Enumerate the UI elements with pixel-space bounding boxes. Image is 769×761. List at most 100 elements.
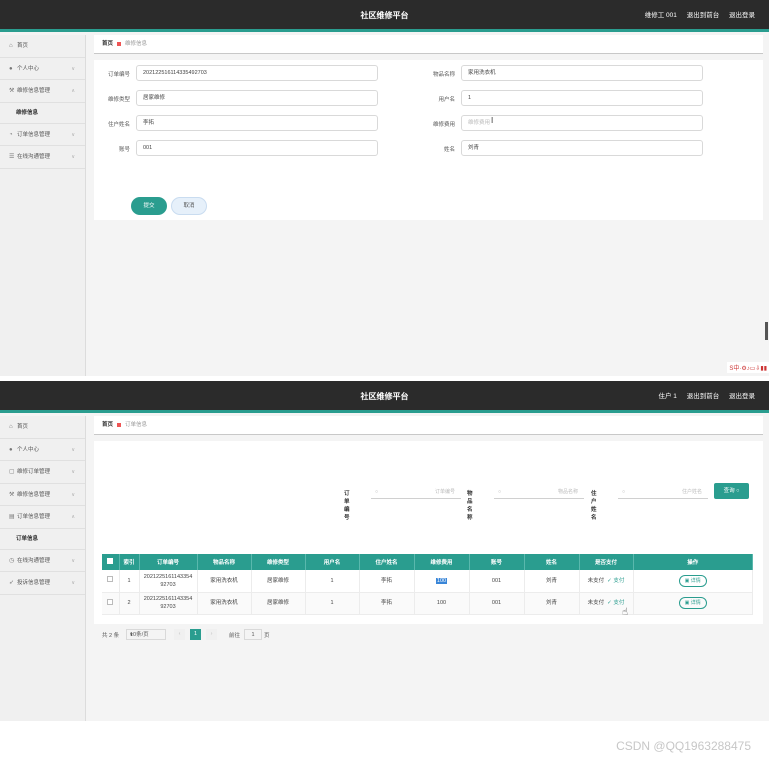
sidebar-item-home[interactable]: ⌂ 首页 — [0, 35, 85, 58]
sidebar-item-chat[interactable]: ☰ 在线沟通管理 ∨ — [0, 146, 85, 169]
breadcrumb-current: 维修信息 — [125, 41, 148, 47]
name-field[interactable]: 刘青 — [461, 140, 703, 156]
chevron-down-icon: ∨ — [71, 65, 75, 72]
chevron-down-icon: ∨ — [71, 446, 75, 453]
pay-link[interactable]: ✓ 支付 — [607, 578, 624, 584]
col-account: 账号 — [469, 554, 525, 570]
home-icon: ⌂ — [9, 424, 13, 430]
order-list-panel: 订单编号 ○ 订单编号 物品名称 ○ 物品名称 住户姓名 ○ 住户姓名 查询 ○ 索引… — [94, 441, 763, 640]
back-to-frontend-link[interactable]: 退出到前台 — [687, 393, 720, 400]
cancel-button[interactable]: 取消 — [171, 197, 207, 215]
chevron-down-icon: ∨ — [71, 154, 75, 160]
user-icon: ● — [9, 446, 13, 453]
resident-name-field[interactable]: 李拓 — [136, 115, 378, 131]
logout-link[interactable]: 退出登录 — [729, 12, 755, 19]
order-icon: ▤ — [9, 514, 15, 520]
repair-fee-field[interactable]: 维修费用 — [461, 115, 703, 131]
select-all-checkbox[interactable] — [102, 554, 120, 570]
sidebar-item-chat[interactable]: ◷ 在线沟通管理 ∨ — [0, 550, 85, 572]
selected-fee-text: 100 — [435, 577, 448, 584]
detail-button[interactable]: ▣ 详情 — [678, 574, 707, 587]
order-no-field[interactable]: 202122516114335492703 — [136, 65, 378, 81]
text-cursor-icon: I — [491, 116, 494, 125]
page-unit-label: 页 — [264, 633, 270, 639]
table-row: 1 202122516114335492703 家用洗衣机 居家维修 1 李拓 … — [102, 570, 753, 593]
chevron-down-icon: ∨ — [71, 557, 75, 564]
current-user: 住户 1 — [658, 393, 677, 400]
table-header-row: 索引 订单编号 物品名称 维修类型 用户名 住户姓名 维修费用 账号 姓名 是否… — [102, 554, 753, 570]
screenshot-panel-resident: 社区维修平台 住户 1 退出到前台 退出登录 ⌂ 首页 ● 个人中心 ∨ ▢ 维修订单管… — [0, 381, 769, 721]
username-field[interactable]: 1 — [461, 90, 703, 106]
col-index: 索引 — [119, 554, 140, 570]
col-type: 维修类型 — [251, 554, 306, 570]
sidebar-item-profile[interactable]: ● 个人中心 ∨ — [0, 439, 85, 461]
detail-button[interactable]: ▣ 详情 — [678, 597, 707, 609]
search-icon: ○ — [498, 489, 502, 495]
search-icon: ○ — [375, 489, 379, 495]
sidebar-item-orders[interactable]: ◔ 订单信息管理 ∨ — [0, 124, 85, 146]
item-name-search-input[interactable]: ○ 物品名称 — [494, 485, 584, 499]
resident-name-search-input[interactable]: ○ 住户姓名 — [618, 485, 708, 499]
scrollbar[interactable] — [765, 322, 768, 340]
header-actions: 住户 1 退出到前台 退出登录 — [650, 381, 755, 413]
repair-type-field[interactable]: 居家维修 — [136, 90, 378, 106]
submit-button[interactable]: 提交 — [131, 197, 167, 215]
csdn-watermark: CSDN @QQ1963288475 — [616, 739, 751, 753]
next-page-button[interactable]: › — [206, 629, 217, 640]
main-content: 首页 维修信息 订单编号 202122516114335492703 物品名称 家… — [94, 35, 763, 376]
breadcrumb-home[interactable]: 首页 — [102, 41, 113, 47]
row-checkbox[interactable] — [102, 570, 120, 593]
prev-page-button[interactable]: ‹ — [174, 629, 185, 640]
table-row: 2 202122516114335492703 家用洗衣机 居家维修 1 李拓 … — [102, 592, 753, 615]
ime-toolbar[interactable]: S中·⚙♪▭⇩▮▮ — [727, 362, 769, 373]
sidebar: ⌂ 首页 ● 个人中心 ∨ ⚒ 维修信息管理 ∧ 维修信息 ◔ 订单信息管理 ∨ ☰ 在线沟通管… — [0, 35, 86, 376]
repair-edit-form: 订单编号 202122516114335492703 物品名称 家用洗衣机 维修… — [94, 60, 763, 220]
breadcrumb-current: 订单信息 — [125, 422, 148, 428]
top-bar: 社区维修平台 住户 1 退出到前台 退出登录 — [0, 381, 769, 413]
chevron-up-icon: ∧ — [71, 514, 75, 520]
breadcrumb: 首页 订单信息 — [94, 416, 763, 435]
pay-link[interactable]: ✓ 支付 — [607, 600, 624, 606]
sidebar-item-home[interactable]: ⌂ 首页 — [0, 416, 85, 439]
hand-cursor-icon: ☝ — [622, 607, 629, 618]
chevron-down-icon: ∨ — [71, 131, 75, 138]
send-icon: ➶ — [9, 580, 15, 586]
sidebar-subitem-orders[interactable]: 订单信息 — [0, 529, 85, 550]
sidebar-subitem-repair-info[interactable]: 维修信息 — [0, 103, 85, 124]
breadcrumb-separator — [117, 422, 122, 427]
col-order-no: 订单编号 — [139, 554, 198, 570]
item-name-field[interactable]: 家用洗衣机 — [461, 65, 703, 81]
search-icon: ○ — [622, 489, 626, 495]
top-bar: 社区维修平台 维修工 001 退出到前台 退出登录 — [0, 0, 769, 32]
search-icon: ○ — [736, 488, 740, 494]
account-field[interactable]: 001 — [136, 140, 378, 156]
total-count: 共 2 条 — [102, 633, 120, 639]
sidebar-item-repair-info[interactable]: ⚒ 维修信息管理 ∧ — [0, 80, 85, 103]
col-resident: 住户姓名 — [359, 554, 415, 570]
user-icon: ● — [9, 65, 13, 72]
order-no-search-input[interactable]: ○ 订单编号 — [371, 485, 461, 499]
breadcrumb-separator — [117, 41, 122, 46]
query-button[interactable]: 查询 ○ — [714, 483, 749, 499]
chat-icon: ☰ — [9, 154, 15, 160]
goto-page-input[interactable]: 1 — [244, 629, 262, 640]
sidebar-item-complaints[interactable]: ➶ 投诉信息管理 ∨ — [0, 572, 85, 595]
logout-link[interactable]: 退出登录 — [729, 393, 755, 400]
row-checkbox[interactable] — [102, 592, 120, 615]
chevron-down-icon: ∨ — [71, 580, 75, 586]
page-1-button[interactable]: 1 — [190, 629, 201, 640]
sidebar-item-repair-orders[interactable]: ▢ 维修订单管理 ∨ — [0, 461, 85, 484]
sidebar: ⌂ 首页 ● 个人中心 ∨ ▢ 维修订单管理 ∨ ⚒ 维修信息管理 ∨ ▤ 订单信息管理 ∧ 订单… — [0, 416, 86, 721]
order-icon: ◔ — [9, 131, 13, 138]
main-content: 首页 订单信息 订单编号 ○ 订单编号 物品名称 ○ 物品名称 住户姓名 ○ 住户姓名 … — [94, 416, 763, 721]
header-actions: 维修工 001 退出到前台 退出登录 — [637, 0, 755, 32]
sidebar-item-orders[interactable]: ▤ 订单信息管理 ∧ — [0, 506, 85, 529]
back-to-frontend-link[interactable]: 退出到前台 — [687, 12, 720, 19]
chevron-down-icon: ∨ — [71, 469, 75, 475]
sidebar-item-profile[interactable]: ● 个人中心 ∨ — [0, 58, 85, 80]
page-size-select[interactable]: 10条/页 ▾ — [126, 629, 166, 640]
breadcrumb-home[interactable]: 首页 — [102, 422, 113, 428]
wrench-icon: ⚒ — [9, 88, 15, 94]
orders-table: 索引 订单编号 物品名称 维修类型 用户名 住户姓名 维修费用 账号 姓名 是否… — [102, 554, 753, 615]
sidebar-item-repair-info[interactable]: ⚒ 维修信息管理 ∨ — [0, 484, 85, 506]
